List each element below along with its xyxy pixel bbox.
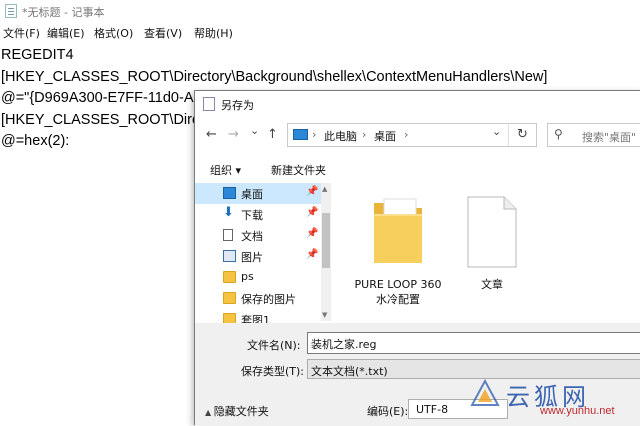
breadcrumb-separator: › <box>404 128 409 141</box>
pin-icon: 📌 <box>306 207 319 218</box>
file-label: PURE LOOP 360水冷配置 <box>354 278 442 306</box>
breadcrumb-this-pc[interactable]: 此电脑 <box>324 128 357 144</box>
menu-format[interactable]: 格式(O) <box>94 25 133 41</box>
notepad-titlebar[interactable]: *无标题 - 记事本 <box>0 0 640 22</box>
recent-locations-button[interactable]: ⌄ <box>250 124 259 137</box>
watermark-url: www.yunhu.net <box>540 405 615 417</box>
navigation-scrollbar[interactable]: ▲ ▼ <box>321 183 331 321</box>
sidebar-item-label: ps <box>241 270 254 283</box>
breadcrumb-separator: › <box>362 128 367 141</box>
sidebar-item-downloads[interactable]: ⬇ 下载 📌 <box>195 204 321 225</box>
sidebar-item-label: 套图1 <box>241 314 270 323</box>
chevron-up-icon: ▲ <box>205 408 214 417</box>
menu-edit[interactable]: 编辑(E) <box>47 25 85 41</box>
search-icon: ⚲ <box>554 127 563 141</box>
hide-folders-toggle[interactable]: ▲ 隐藏文件夹 <box>205 403 269 419</box>
picture-icon <box>223 250 236 262</box>
pin-icon: 📌 <box>306 228 319 239</box>
download-icon: ⬇ <box>223 205 234 220</box>
scroll-up-icon[interactable]: ▲ <box>322 185 327 193</box>
filename-value: 装机之家.reg <box>311 338 377 351</box>
menu-help[interactable]: 帮助(H) <box>194 25 233 41</box>
encoding-value: UTF-8 <box>416 403 449 416</box>
file-label: 文章 <box>481 278 503 291</box>
text-line: [HKEY_CLASSES_ROOT\Directory\Background\… <box>1 68 548 85</box>
navigation-pane: 桌面 📌 ⬇ 下载 📌 文档 📌 图片 📌 ps 保存的图片 套图1 <box>195 183 321 323</box>
breadcrumb-separator: › <box>312 128 317 141</box>
file-item-text[interactable]: 文章 <box>447 193 537 293</box>
refresh-button[interactable]: ↻ <box>508 123 537 147</box>
folder-icon <box>374 198 422 263</box>
filename-field[interactable]: 装机之家.reg <box>307 332 640 354</box>
notepad-icon <box>203 97 215 111</box>
up-button[interactable]: ↑ <box>267 127 278 142</box>
new-folder-button[interactable]: 新建文件夹 <box>271 162 326 178</box>
computer-icon <box>293 129 308 140</box>
sidebar-item-label: 下载 <box>241 209 263 222</box>
sidebar-item-label: 文档 <box>241 230 263 243</box>
sidebar-item-label: 图片 <box>241 251 263 264</box>
address-bar[interactable]: › 此电脑 › 桌面 › ⌄ <box>287 123 537 147</box>
folder-icon <box>223 292 236 304</box>
sidebar-item-desktop[interactable]: 桌面 📌 <box>195 183 321 204</box>
filetype-value: 文本文档(*.txt) <box>311 365 388 378</box>
sidebar-item-documents[interactable]: 文档 📌 <box>195 225 321 246</box>
menu-view[interactable]: 查看(V) <box>144 25 182 41</box>
breadcrumb-desktop[interactable]: 桌面 <box>374 128 396 144</box>
desktop-icon <box>223 187 236 199</box>
sidebar-item-label: 桌面 <box>241 188 263 201</box>
folder-icon <box>223 271 236 283</box>
dialog-titlebar[interactable]: 另存为 <box>195 91 640 117</box>
folder-icon <box>223 313 236 323</box>
sidebar-item-pictures[interactable]: 图片 📌 <box>195 246 321 267</box>
search-input[interactable]: ⚲ 搜索"桌面" <box>547 123 640 147</box>
text-file-icon <box>467 196 517 268</box>
filename-label: 文件名(N): <box>247 339 301 352</box>
notepad-title: *无标题 - 记事本 <box>22 6 105 19</box>
encoding-label: 编码(E): <box>367 405 409 418</box>
filetype-label: 保存类型(T): <box>241 365 305 378</box>
pin-icon: 📌 <box>306 186 319 197</box>
scroll-down-icon[interactable]: ▼ <box>322 311 327 319</box>
file-item-folder[interactable]: PURE LOOP 360水冷配置 <box>353 193 443 313</box>
forward-button[interactable]: → <box>228 127 239 142</box>
sidebar-item-taotu1[interactable]: 套图1 <box>195 309 321 323</box>
notepad-menubar: 文件(F) 编辑(E) 格式(O) 查看(V) 帮助(H) <box>0 25 640 43</box>
sidebar-item-saved-pictures[interactable]: 保存的图片 <box>195 288 321 309</box>
document-icon <box>223 229 233 241</box>
sidebar-item-label: 保存的图片 <box>241 293 296 306</box>
pin-icon: 📌 <box>306 249 319 260</box>
chevron-down-icon[interactable]: ⌄ <box>492 125 501 138</box>
notepad-icon <box>5 4 17 18</box>
text-line: REGEDIT4 <box>1 47 74 63</box>
sidebar-item-ps[interactable]: ps <box>195 267 321 288</box>
watermark: 云狐网 www.yunhu.net <box>470 375 640 421</box>
search-placeholder: 搜索"桌面" <box>582 131 637 144</box>
organize-button[interactable]: 组织 ▾ <box>210 162 241 178</box>
menu-file[interactable]: 文件(F) <box>3 25 40 41</box>
dialog-title: 另存为 <box>221 99 254 112</box>
scrollbar-thumb[interactable] <box>322 213 330 268</box>
back-button[interactable]: ← <box>206 127 217 142</box>
watermark-logo-icon <box>470 379 500 406</box>
dialog-toolbar: 组织 ▾ 新建文件夹 <box>195 157 640 181</box>
hide-folders-label: 隐藏文件夹 <box>213 405 269 418</box>
